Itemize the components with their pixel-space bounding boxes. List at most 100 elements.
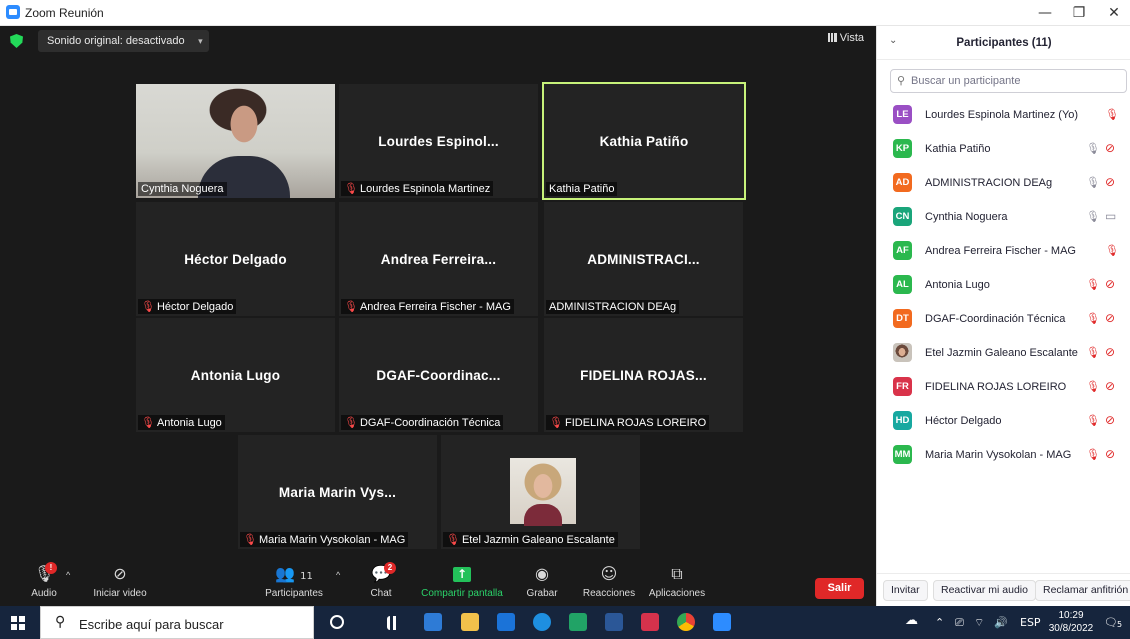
microphone-icon[interactable]: 🎙 <box>1086 142 1100 155</box>
start-video-button[interactable]: ⊘ Iniciar video <box>88 558 152 606</box>
mic-muted-icon: 🎙 <box>549 417 563 429</box>
participant-row[interactable]: MM Maria Marin Vysokolan - MAG 🎙 ⊘ <box>877 438 1130 472</box>
taskbar-search-input[interactable] <box>79 615 299 633</box>
video-tile[interactable]: 🎙 Etel Jazmin Galeano Escalante <box>441 435 640 549</box>
notification-center-icon[interactable]: 🗨 <box>1104 616 1118 629</box>
video-off-icon[interactable]: ⊘ <box>1105 413 1115 427</box>
video-off-icon[interactable]: ⊘ <box>1105 175 1115 189</box>
network-icon[interactable]: ⌔ <box>974 616 984 630</box>
participant-row[interactable]: HD Héctor Delgado 🎙 ⊘ <box>877 404 1130 438</box>
microphone-icon[interactable]: 🎙 <box>1086 176 1100 189</box>
video-tile[interactable]: Héctor Delgado 🎙 Héctor Delgado <box>136 202 335 316</box>
mic-muted-icon[interactable]: 🎙 <box>1086 278 1100 291</box>
video-off-icon: ⊘ <box>113 564 127 583</box>
share-screen-button[interactable]: Compartir pantalla <box>418 558 506 606</box>
zoom-taskbar-icon[interactable] <box>713 613 731 631</box>
taskbar-clock[interactable]: 10:29 30/8/2022 <box>1045 609 1097 635</box>
video-tile[interactable]: Cynthia Noguera <box>136 84 335 198</box>
participants-options-caret[interactable]: ^ <box>336 570 340 580</box>
mic-muted-icon[interactable]: 🎙 <box>1086 312 1100 325</box>
participant-search-input[interactable] <box>911 73 1121 89</box>
original-sound-toggle[interactable]: Sonido original: desactivado ▾ <box>38 30 209 52</box>
mic-muted-icon[interactable]: 🎙 <box>1086 380 1100 393</box>
store-icon[interactable] <box>424 613 442 631</box>
excel-icon[interactable] <box>569 613 587 631</box>
video-off-icon[interactable]: ⊘ <box>1105 345 1115 359</box>
language-indicator[interactable]: ESP <box>1020 616 1041 629</box>
participant-row[interactable]: KP Kathia Patiño 🎙 ⊘ <box>877 132 1130 166</box>
volume-icon[interactable]: 🔊 <box>994 616 1008 629</box>
unmute-me-button[interactable]: Reactivar mi audio <box>933 580 1036 601</box>
windows-start-icon[interactable] <box>11 616 25 630</box>
video-tile[interactable]: ADMINISTRACI... ADMINISTRACION DEAg <box>544 202 743 316</box>
window-titlebar: Zoom Reunión — ❐ ✕ <box>0 0 1130 26</box>
video-tile[interactable]: Maria Marin Vys... 🎙 Maria Marin Vysokola… <box>238 435 437 549</box>
chat-button[interactable]: 💬 2 Chat <box>362 558 400 606</box>
claim-host-button[interactable]: Reclamar anfitrión <box>1035 580 1130 601</box>
reactions-label: Reacciones <box>582 588 636 599</box>
participant-search-box[interactable]: ⚲ <box>890 69 1127 93</box>
cortana-icon[interactable] <box>330 615 344 629</box>
reactions-button[interactable]: ☺ Reacciones <box>582 558 636 606</box>
participant-row[interactable]: Etel Jazmin Galeano Escalante 🎙 ⊘ <box>877 336 1130 370</box>
meeting-toolbar: 🎙 ! Audio ^ ⊘ Iniciar video 👥 11 Partici… <box>0 558 876 606</box>
mail-icon[interactable] <box>497 613 515 631</box>
tablet-icon[interactable]: ⎚ <box>955 616 964 630</box>
minimize-button[interactable]: — <box>1030 3 1060 23</box>
participant-row[interactable]: AD ADMINISTRACION DEAg 🎙 ⊘ <box>877 166 1130 200</box>
clock-time: 10:29 <box>1058 610 1084 621</box>
video-tile-active-speaker[interactable]: Kathia Patiño Kathia Patiño <box>542 82 746 200</box>
tile-name-label: 🎙 DGAF-Coordinación Técnica <box>341 415 504 430</box>
participant-name: Cynthia Noguera <box>925 211 1008 223</box>
microphone-icon[interactable]: 🎙 <box>1086 210 1100 223</box>
video-off-icon[interactable]: ⊘ <box>1105 379 1115 393</box>
chrome-icon[interactable] <box>677 613 695 631</box>
video-off-icon[interactable]: ⊘ <box>1105 311 1115 325</box>
video-tile[interactable]: Antonia Lugo 🎙 Antonia Lugo <box>136 318 335 432</box>
mic-muted-icon[interactable]: 🎙 <box>1105 244 1119 257</box>
video-tile[interactable]: Andrea Ferreira... 🎙 Andrea Ferreira Fisc… <box>339 202 538 316</box>
audio-options-caret[interactable]: ^ <box>66 570 70 580</box>
video-off-icon[interactable]: ⊘ <box>1105 141 1115 155</box>
encryption-shield-icon[interactable] <box>10 34 23 48</box>
restore-button[interactable]: ❐ <box>1064 3 1094 23</box>
video-off-icon[interactable]: ⊘ <box>1105 447 1115 461</box>
participants-button[interactable]: 👥 11 Participantes <box>262 558 326 606</box>
participant-row[interactable]: AL Antonia Lugo 🎙 ⊘ <box>877 268 1130 302</box>
close-button[interactable]: ✕ <box>1099 3 1129 23</box>
video-off-icon[interactable]: ⊘ <box>1105 277 1115 291</box>
chevron-down-icon[interactable]: ▾ <box>198 30 203 52</box>
mic-muted-icon[interactable]: 🎙 <box>1086 414 1100 427</box>
mic-muted-icon[interactable]: 🎙 <box>1086 346 1100 359</box>
edge-icon[interactable] <box>533 613 551 631</box>
file-explorer-icon[interactable] <box>461 613 479 631</box>
video-camera-icon[interactable]: ▭ <box>1105 209 1116 223</box>
search-icon: ⚲ <box>55 614 66 630</box>
participant-row[interactable]: CN Cynthia Noguera 🎙 ▭ <box>877 200 1130 234</box>
apps-button[interactable]: ⧉ Aplicaciones <box>646 558 708 606</box>
mic-muted-icon[interactable]: 🎙 <box>1105 108 1119 121</box>
task-view-icon[interactable] <box>387 616 399 630</box>
tray-overflow-icon[interactable]: ⌃ <box>935 616 944 629</box>
participant-row[interactable]: AF Andrea Ferreira Fischer - MAG 🎙 <box>877 234 1130 268</box>
taskbar-search-box[interactable]: ⚲ <box>40 606 314 639</box>
onedrive-cloud-icon[interactable]: ☁ <box>905 613 918 628</box>
participant-row[interactable]: LE Lourdes Espinola Martinez (Yo) 🎙 <box>877 98 1130 132</box>
video-tile[interactable]: DGAF-Coordinac... 🎙 DGAF-Coordinación Téc… <box>339 318 538 432</box>
participant-name: Etel Jazmin Galeano Escalante <box>925 347 1078 359</box>
invite-button[interactable]: Invitar <box>883 580 928 601</box>
participant-row[interactable]: FR FIDELINA ROJAS LOREIRO 🎙 ⊘ <box>877 370 1130 404</box>
anydesk-icon[interactable] <box>641 613 659 631</box>
word-icon[interactable] <box>605 613 623 631</box>
participant-row[interactable]: DT DGAF-Coordinación Técnica 🎙 ⊘ <box>877 302 1130 336</box>
tile-name-label: 🎙 Antonia Lugo <box>138 415 225 430</box>
record-button[interactable]: ◉ Grabar <box>522 558 562 606</box>
video-tile[interactable]: FIDELINA ROJAS... 🎙 FIDELINA ROJAS LOREIR… <box>544 318 743 432</box>
view-button[interactable]: Vista <box>827 32 864 44</box>
leave-meeting-button[interactable]: Salir <box>815 578 864 599</box>
mic-muted-icon[interactable]: 🎙 <box>1086 448 1100 461</box>
participants-panel: ⌄ Participantes (11) ⚲ LE Lourdes Espinol… <box>876 26 1130 606</box>
audio-button[interactable]: 🎙 ! Audio <box>24 558 64 606</box>
meeting-top-strip: Sonido original: desactivado ▾ Vista <box>0 26 876 56</box>
video-tile[interactable]: Lourdes Espinol... 🎙 Lourdes Espinola Mar… <box>339 84 538 198</box>
